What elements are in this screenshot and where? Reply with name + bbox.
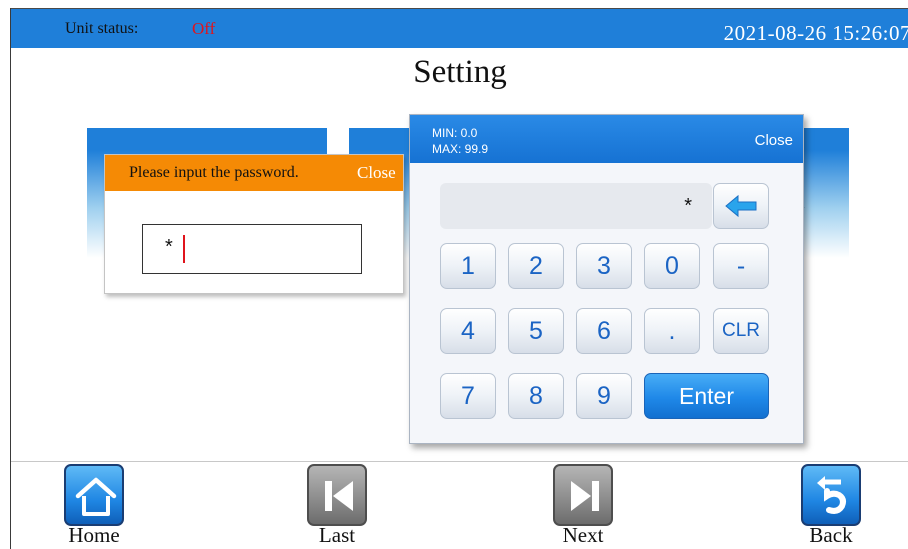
back-button[interactable]: Back xyxy=(791,464,871,549)
arrow-left-icon xyxy=(725,194,757,218)
home-icon xyxy=(64,464,124,526)
key-6[interactable]: 6 xyxy=(576,308,632,354)
keypad-display-value: * xyxy=(684,195,692,217)
key-4[interactable]: 4 xyxy=(440,308,496,354)
last-button[interactable]: Last xyxy=(297,464,377,549)
key-decimal[interactable]: . xyxy=(644,308,700,354)
backspace-button[interactable] xyxy=(713,183,769,229)
password-dialog-title: Please input the password. xyxy=(129,164,299,181)
nav-divider xyxy=(11,461,908,462)
page-title: Setting xyxy=(413,54,507,90)
key-minus[interactable]: - xyxy=(713,243,769,289)
undo-arrow-icon xyxy=(801,464,861,526)
numeric-keypad: MIN: 0.0 MAX: 99.9 Close * 1 2 3 0 - 4 5… xyxy=(409,114,804,444)
keypad-max-label: MAX: 99.9 xyxy=(432,142,489,156)
enter-button[interactable]: Enter xyxy=(644,373,769,419)
status-bar: Unit status: Off 2021-08-26 15:26:07 xyxy=(11,8,908,48)
password-input-value: * xyxy=(165,236,173,258)
password-dialog-header: Please input the password. Close xyxy=(105,155,403,191)
key-8[interactable]: 8 xyxy=(508,373,564,419)
unit-status-value: Off xyxy=(192,19,216,38)
home-label: Home xyxy=(68,523,120,547)
keypad-header: MIN: 0.0 MAX: 99.9 Close xyxy=(410,115,803,163)
back-label: Back xyxy=(809,523,853,547)
password-dialog: Please input the password. Close * xyxy=(104,154,404,294)
next-button[interactable]: Next xyxy=(543,464,623,549)
password-input[interactable]: * xyxy=(142,224,362,274)
key-1[interactable]: 1 xyxy=(440,243,496,289)
keypad-min-label: MIN: 0.0 xyxy=(432,126,478,140)
keypad-display: * xyxy=(440,183,712,229)
password-dialog-close-button[interactable]: Close xyxy=(357,163,396,183)
key-3[interactable]: 3 xyxy=(576,243,632,289)
hmi-screen: Unit status: Off 2021-08-26 15:26:07 Set… xyxy=(10,8,908,549)
key-9[interactable]: 9 xyxy=(576,373,632,419)
home-button[interactable]: Home xyxy=(54,464,134,549)
last-label: Last xyxy=(318,523,356,547)
key-5[interactable]: 5 xyxy=(508,308,564,354)
skip-next-icon xyxy=(553,464,613,526)
datetime-display: 2021-08-26 15:26:07 xyxy=(723,21,908,45)
text-caret xyxy=(183,235,185,263)
key-7[interactable]: 7 xyxy=(440,373,496,419)
key-clear[interactable]: CLR xyxy=(713,308,769,354)
next-label: Next xyxy=(562,523,604,547)
key-0[interactable]: 0 xyxy=(644,243,700,289)
unit-status-label: Unit status: xyxy=(65,20,139,37)
keypad-close-button[interactable]: Close xyxy=(755,132,793,149)
key-2[interactable]: 2 xyxy=(508,243,564,289)
skip-previous-icon xyxy=(307,464,367,526)
